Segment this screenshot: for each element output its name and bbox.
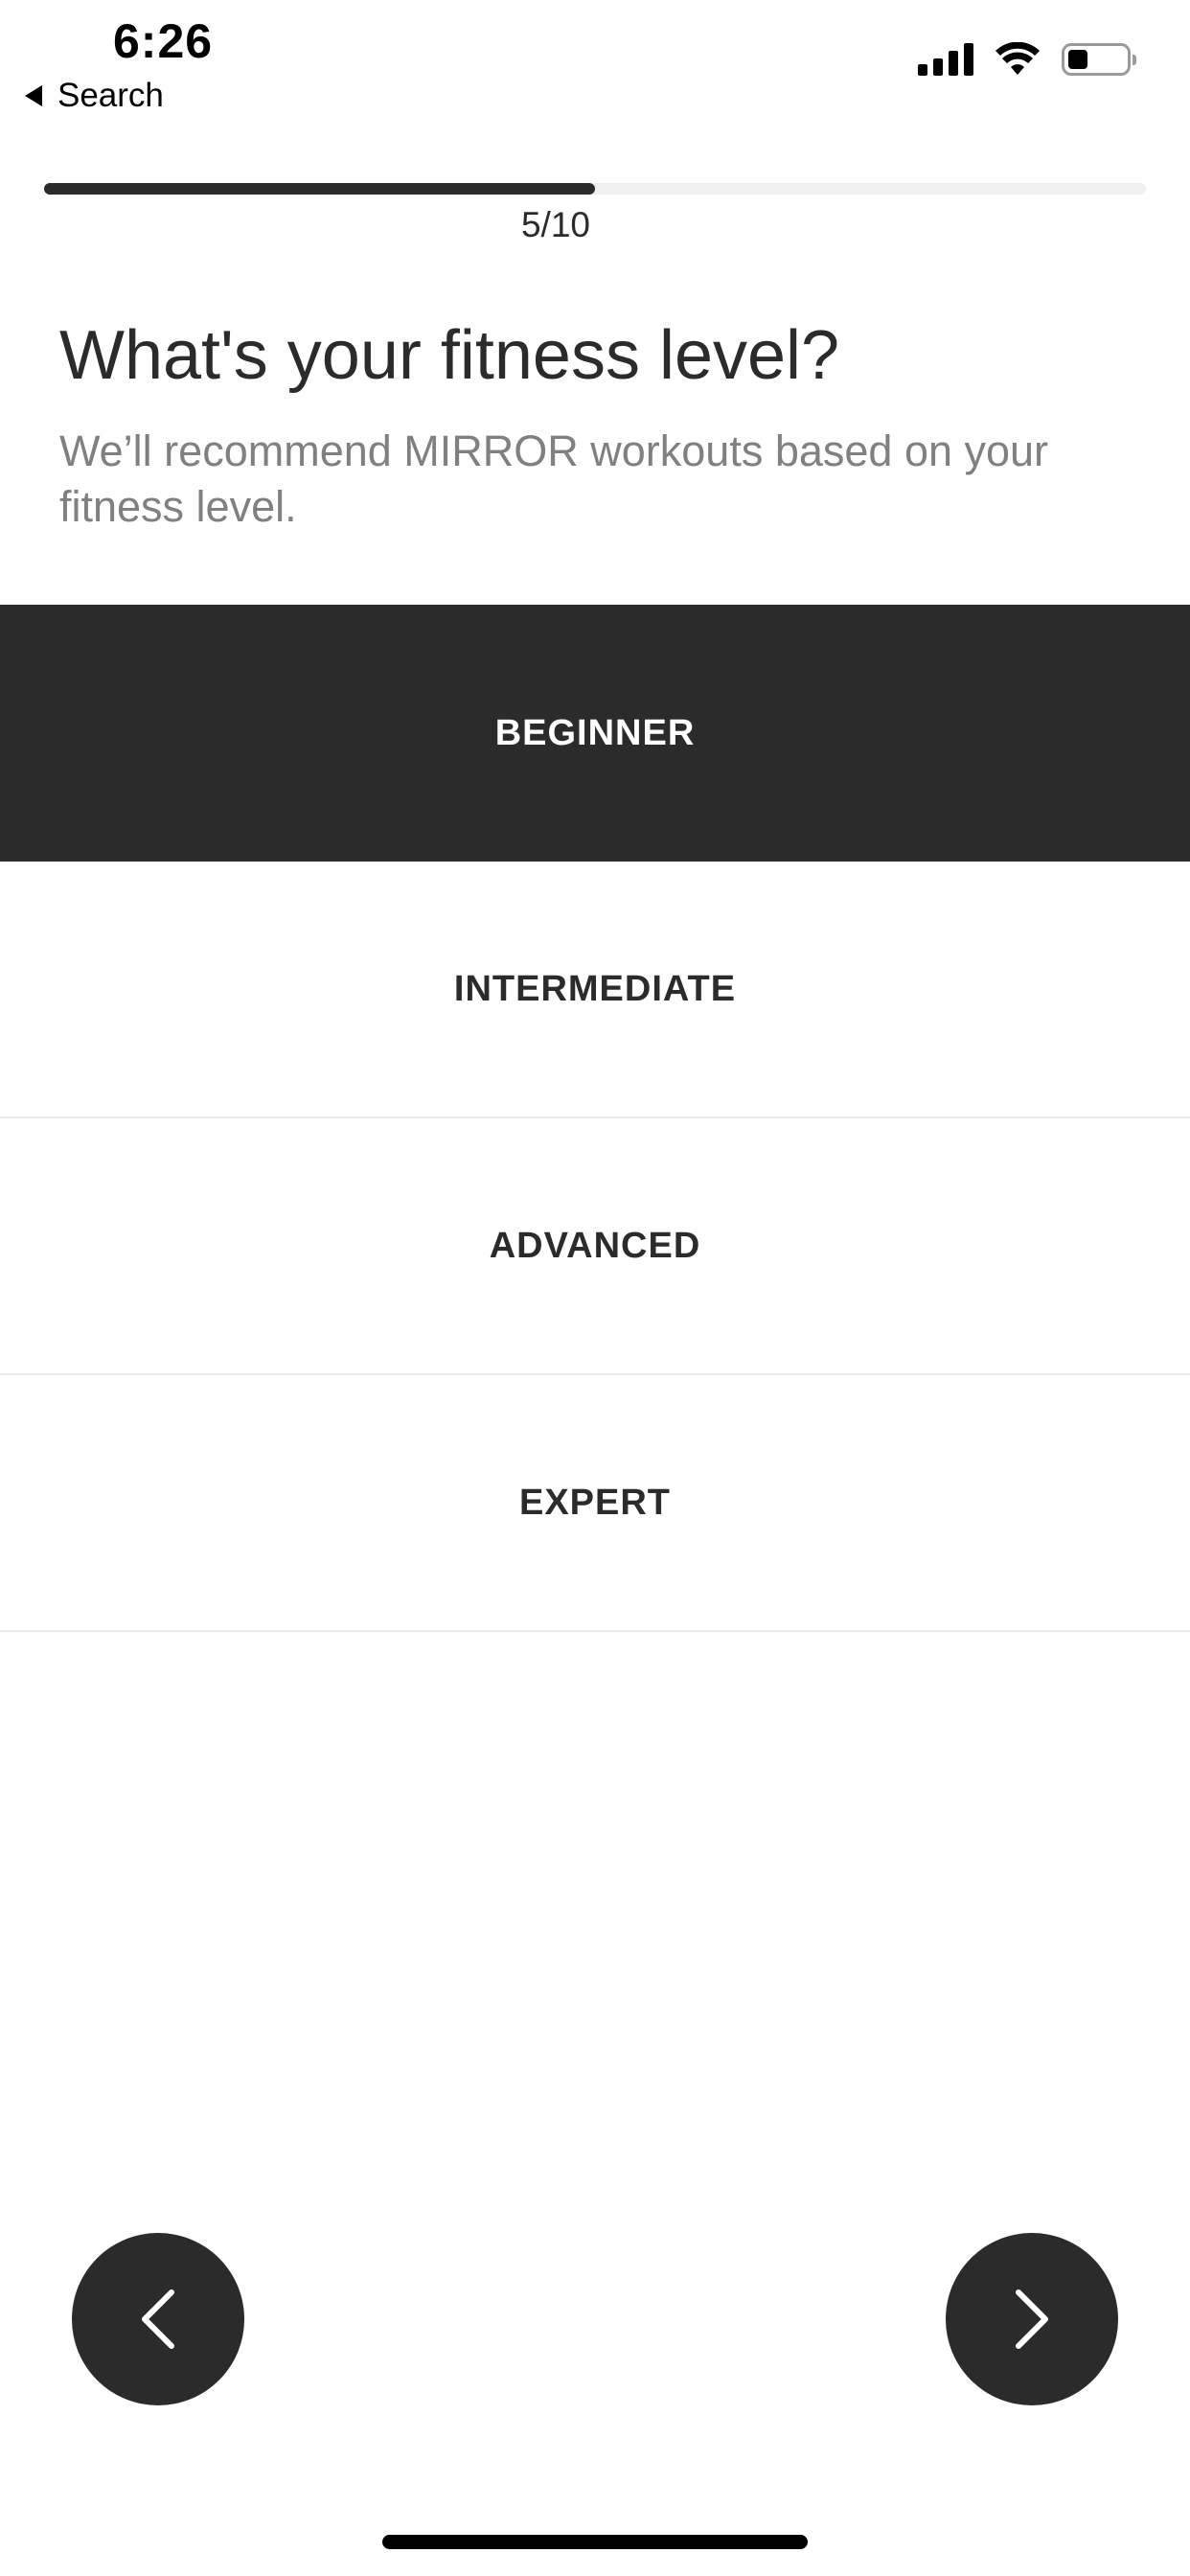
option-intermediate[interactable]: INTERMEDIATE — [0, 862, 1190, 1118]
wifi-icon — [995, 42, 1040, 75]
fitness-level-options: BEGINNER INTERMEDIATE ADVANCED EXPERT — [0, 605, 1190, 1632]
back-button[interactable] — [72, 2233, 244, 2405]
page-title: What's your fitness level? — [59, 317, 840, 394]
option-expert[interactable]: EXPERT — [0, 1375, 1190, 1632]
cellular-signal-icon — [918, 43, 973, 76]
progress-bar-fill — [44, 183, 595, 195]
chevron-right-icon — [1016, 2289, 1048, 2349]
status-time: 6:26 — [113, 14, 214, 68]
next-button[interactable] — [946, 2233, 1118, 2405]
option-beginner[interactable]: BEGINNER — [0, 605, 1190, 862]
home-indicator — [382, 2535, 808, 2549]
back-to-search-link[interactable]: Search — [25, 77, 164, 115]
battery-icon — [1062, 43, 1136, 76]
option-advanced[interactable]: ADVANCED — [0, 1118, 1190, 1375]
page-subtitle: We’ll recommend MIRROR workouts based on… — [59, 426, 1049, 531]
back-to-search-label: Search — [57, 77, 164, 114]
chevron-left-icon — [142, 2289, 174, 2349]
back-triangle-icon — [25, 85, 42, 106]
progress-bar — [44, 183, 1146, 195]
progress-label: 5/10 — [520, 205, 590, 244]
status-indicators — [918, 42, 1136, 77]
